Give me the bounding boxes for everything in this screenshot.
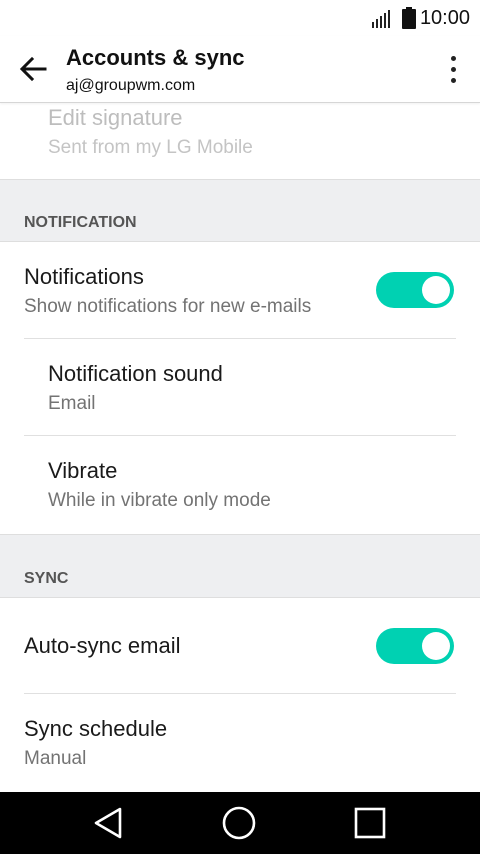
battery-icon [401,7,416,29]
edit-signature-row[interactable]: Edit signature Sent from my LG Mobile [0,102,480,179]
toggle-knob [422,632,450,660]
page-title: Accounts & sync [66,45,245,70]
notifications-title: Notifications [24,264,144,289]
section-header-sync: SYNC [0,534,480,598]
settings-list[interactable]: Edit signature Sent from my LG Mobile NO… [0,102,480,792]
sync-schedule-subtitle: Manual [24,748,87,769]
sync-schedule-title: Sync schedule [24,716,168,741]
status-bar: 10:00 [0,0,480,36]
notifications-subtitle: Show notifications for new e-mails [24,296,312,317]
vibrate-row[interactable]: Vibrate While in vibrate only mode [0,436,480,534]
nav-home-button[interactable] [219,803,259,843]
auto-sync-toggle[interactable] [376,628,454,664]
toggle-knob [422,276,450,304]
nav-back-button[interactable] [88,803,128,843]
status-right: 10:00 [371,6,470,30]
back-button[interactable] [14,50,52,88]
notifications-row[interactable]: Notifications Show notifications for new… [0,241,480,339]
status-time: 10:00 [419,6,470,29]
vibrate-subtitle: While in vibrate only mode [48,490,271,511]
notification-sound-subtitle: Email [48,393,96,414]
edit-signature-title: Edit signature [48,105,183,130]
auto-sync-row[interactable]: Auto-sync email [0,597,480,694]
notifications-toggle[interactable] [376,272,454,308]
screen: 10:00 Accounts & sync aj@groupwm.com Edi… [0,0,480,854]
overflow-menu-button[interactable] [446,50,460,88]
notification-sound-title: Notification sound [48,361,223,386]
circle-home-icon [222,806,256,840]
section-header-notification: NOTIFICATION [0,179,480,242]
sync-schedule-row[interactable]: Sync schedule Manual [0,694,480,792]
notification-sound-row[interactable]: Notification sound Email [0,339,480,436]
navigation-bar [0,792,480,854]
edit-signature-subtitle: Sent from my LG Mobile [48,137,253,158]
triangle-back-icon [94,807,122,839]
app-bar: Accounts & sync aj@groupwm.com [0,36,480,103]
section-label: SYNC [24,570,69,587]
more-vert-icon [450,55,456,61]
section-label: NOTIFICATION [24,214,137,231]
auto-sync-title: Auto-sync email [24,633,181,658]
arrow-left-icon [19,56,47,82]
nav-recents-button[interactable] [350,803,390,843]
vibrate-title: Vibrate [48,458,118,483]
account-email: aj@groupwm.com [66,77,196,94]
signal-icon [371,8,392,28]
square-recents-icon [354,807,386,839]
